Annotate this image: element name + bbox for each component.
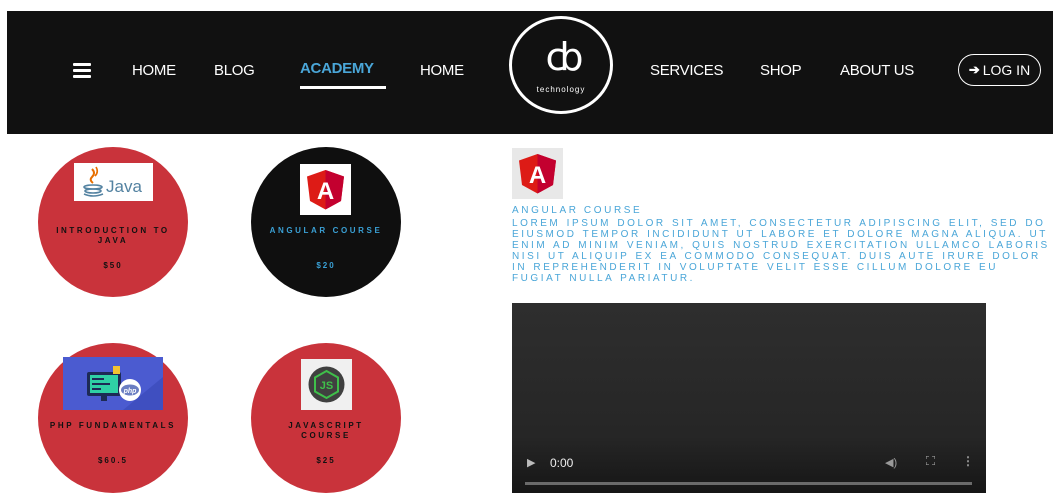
php-logo-text: php [123, 388, 138, 395]
nav-blog[interactable]: BLOG [214, 62, 255, 79]
angular-logo-icon: A [300, 164, 351, 215]
angular-logo-icon: A [512, 148, 563, 199]
course-card-java[interactable]: Java INTRODUCTION TO JAVA $50 [38, 147, 188, 297]
course-price: $25 [316, 456, 336, 465]
video-player[interactable]: ▶ 0:00 ◀) ⋮ [512, 303, 986, 493]
logo-mark: cb [545, 35, 583, 79]
course-price: $20 [316, 261, 336, 270]
top-navigation-bar: HOME BLOG ACADEMY HOME cb technology SER… [7, 11, 1053, 134]
course-title: PHP FUNDAMENTALS [49, 421, 177, 430]
nav-shop[interactable]: SHOP [760, 62, 802, 79]
login-button[interactable]: ➔ LOG IN [958, 54, 1041, 86]
brand-logo[interactable]: cb technology [509, 16, 613, 114]
login-label: LOG IN [982, 62, 1031, 78]
course-card-javascript[interactable]: JS JAVASCRIPT COURSE $25 [251, 343, 401, 493]
course-card-php[interactable]: php PHP FUNDAMENTALS $60.5 [38, 343, 188, 493]
course-title: JAVASCRIPT COURSE [288, 421, 364, 440]
logo-text: technology [536, 85, 586, 94]
active-nav-underline [300, 86, 386, 89]
nodejs-logo-text: JS [320, 380, 333, 392]
course-card-angular[interactable]: A ANGULAR COURSE $20 [251, 147, 401, 297]
play-icon[interactable]: ▶ [527, 456, 535, 469]
course-title: ANGULAR COURSE [269, 226, 383, 235]
angular-logo-text: A [317, 178, 334, 205]
nav-home-2[interactable]: HOME [420, 62, 464, 79]
sign-in-icon: ➔ [968, 62, 980, 77]
angular-logo-text: A [529, 162, 546, 189]
course-price: $50 [103, 261, 123, 270]
volume-icon[interactable]: ◀) [885, 456, 897, 469]
nav-home[interactable]: HOME [132, 62, 176, 79]
java-logo-icon: Java [74, 163, 153, 201]
more-options-icon[interactable]: ⋮ [962, 454, 974, 468]
video-progress-bar[interactable] [525, 482, 972, 485]
java-logo-text: Java [106, 177, 142, 196]
php-illustration-icon: php [63, 357, 163, 410]
fullscreen-icon[interactable] [926, 456, 935, 465]
nav-about-us[interactable]: ABOUT US [840, 62, 914, 79]
nav-services[interactable]: SERVICES [650, 62, 723, 79]
course-title: INTRODUCTION TO JAVA [56, 226, 170, 245]
video-time: 0:00 [550, 456, 574, 470]
course-detail-description: LOREM IPSUM DOLOR SIT AMET, CONSECTETUR … [512, 218, 1050, 284]
nav-academy[interactable]: ACADEMY [300, 60, 374, 77]
course-price: $60.5 [97, 456, 129, 465]
menu-icon[interactable] [73, 63, 91, 79]
nodejs-logo-icon: JS [301, 359, 352, 410]
course-detail-title: ANGULAR COURSE [512, 205, 643, 216]
